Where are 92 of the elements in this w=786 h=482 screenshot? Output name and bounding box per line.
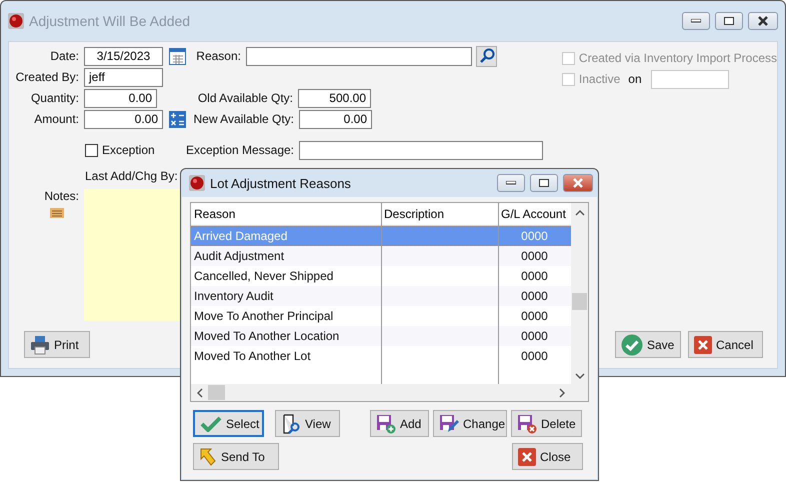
delete-button[interactable]: Delete <box>511 410 582 437</box>
column-header[interactable]: Reason <box>191 203 381 225</box>
field-label: New Available Qty: <box>192 112 294 126</box>
chevron-down-icon[interactable] <box>575 372 585 380</box>
field-label: Reason: <box>195 49 241 63</box>
close-button[interactable] <box>748 12 778 30</box>
app-icon <box>8 13 24 29</box>
floppy-plus-icon <box>376 414 396 434</box>
minimize-icon <box>506 181 516 185</box>
print-button[interactable]: Print <box>24 331 90 358</box>
close-icon <box>518 448 536 466</box>
send-button[interactable]: Send To <box>193 443 279 470</box>
view-button[interactable]: View <box>275 410 340 437</box>
checkbox-label: Inactive <box>578 72 620 86</box>
calendar-icon[interactable] <box>169 47 186 65</box>
table-row[interactable]: Inventory Audit 0000 <box>191 286 571 306</box>
table-cell-text: 0000 <box>520 248 549 265</box>
field-label: on <box>628 72 642 86</box>
add-button[interactable]: Add <box>370 410 429 437</box>
close-button[interactable] <box>563 174 593 192</box>
quantity-field[interactable]: 0.00 <box>84 88 157 108</box>
select-button[interactable]: Select <box>193 410 264 437</box>
close-icon <box>572 178 584 188</box>
old-qty-field[interactable]: 500.00 <box>298 88 371 108</box>
table-cell-text: 0000 <box>520 268 549 285</box>
table-cell-text: Arrived Damaged <box>193 228 288 245</box>
close-icon <box>694 336 712 354</box>
table-cell-text: Moved To Another Location <box>193 328 340 345</box>
check-circle-icon <box>621 334 643 356</box>
column-header[interactable]: G/L Account <box>498 203 568 225</box>
arrow-icon <box>199 446 217 466</box>
app-icon <box>189 175 205 191</box>
vertical-scrollbar[interactable] <box>571 203 588 401</box>
dialog-title: Lot Adjustment Reasons <box>210 176 352 190</box>
table-cell-text: Moved To Another Lot <box>193 348 312 365</box>
close-icon <box>757 16 769 26</box>
close-button[interactable]: Close <box>512 443 583 470</box>
checkbox-label: Exception <box>102 143 156 157</box>
scroll-thumb[interactable] <box>572 293 587 310</box>
check-icon <box>200 416 222 432</box>
checkbox[interactable] <box>85 144 98 156</box>
created-by-field[interactable]: jeff <box>84 68 163 86</box>
minimize-button[interactable] <box>497 174 525 192</box>
table-row[interactable]: Moved To Another Location 0000 <box>191 326 571 346</box>
field-label: Last Add/Chg By: <box>85 169 178 183</box>
exception-message-field[interactable] <box>299 140 543 160</box>
table-cell-text: Move To Another Principal <box>193 308 334 325</box>
table-cell-text: 0000 <box>520 288 549 305</box>
field-label: Notes: <box>44 189 79 203</box>
table-cell-text: 0000 <box>520 348 549 365</box>
scroll-thumb[interactable] <box>208 385 225 400</box>
chevron-up-icon[interactable] <box>575 209 585 217</box>
field-label: Created By: <box>14 70 79 84</box>
amount-field[interactable]: 0.00 <box>84 110 163 128</box>
date-field[interactable]: 3/15/2023 <box>84 46 163 66</box>
chevron-right-icon[interactable] <box>558 388 566 398</box>
chevron-left-icon[interactable] <box>196 388 204 398</box>
reason-field[interactable] <box>246 46 472 66</box>
search-button[interactable] <box>476 46 497 66</box>
maximize-button[interactable] <box>530 174 558 192</box>
cancel-button[interactable]: Cancel <box>688 331 763 358</box>
table-cell-text: Inventory Audit <box>193 288 274 305</box>
column-header[interactable]: Description <box>381 203 498 225</box>
field-label: Date: <box>49 49 79 63</box>
field-label: Amount: <box>33 112 79 126</box>
printer-icon <box>30 334 50 354</box>
document-search-icon <box>281 414 301 434</box>
floppy-x-icon <box>517 414 537 434</box>
calculator-icon[interactable] <box>169 110 186 128</box>
horizontal-scrollbar[interactable] <box>191 384 571 401</box>
table-row[interactable]: Audit Adjustment 0000 <box>191 246 571 266</box>
change-button[interactable]: Change <box>433 410 507 437</box>
save-button[interactable]: Save <box>615 331 681 358</box>
floppy-pencil-icon <box>439 414 459 434</box>
table-cell-text: Cancelled, Never Shipped <box>193 268 334 285</box>
maximize-icon <box>724 17 734 25</box>
field-label: Old Available Qty: <box>196 91 293 105</box>
minimize-icon <box>691 19 701 23</box>
table-cell-text: 0000 <box>520 308 549 325</box>
maximize-icon <box>539 179 549 187</box>
table-cell-text: 0000 <box>520 328 549 345</box>
field-label: Exception Message: <box>184 143 294 157</box>
notes-field[interactable] <box>84 189 180 321</box>
window-title: Adjustment Will Be Added <box>29 13 192 29</box>
field-label: Quantity: <box>30 91 79 105</box>
checkbox-label: Created via Inventory Import Process <box>578 51 777 65</box>
table-cell-text: Audit Adjustment <box>193 248 286 265</box>
notes-icon[interactable] <box>50 208 64 218</box>
table-cell-text: 0000 <box>520 228 549 245</box>
maximize-button[interactable] <box>715 12 743 30</box>
minimize-button[interactable] <box>682 12 710 30</box>
new-qty-field[interactable]: 0.00 <box>299 110 372 128</box>
